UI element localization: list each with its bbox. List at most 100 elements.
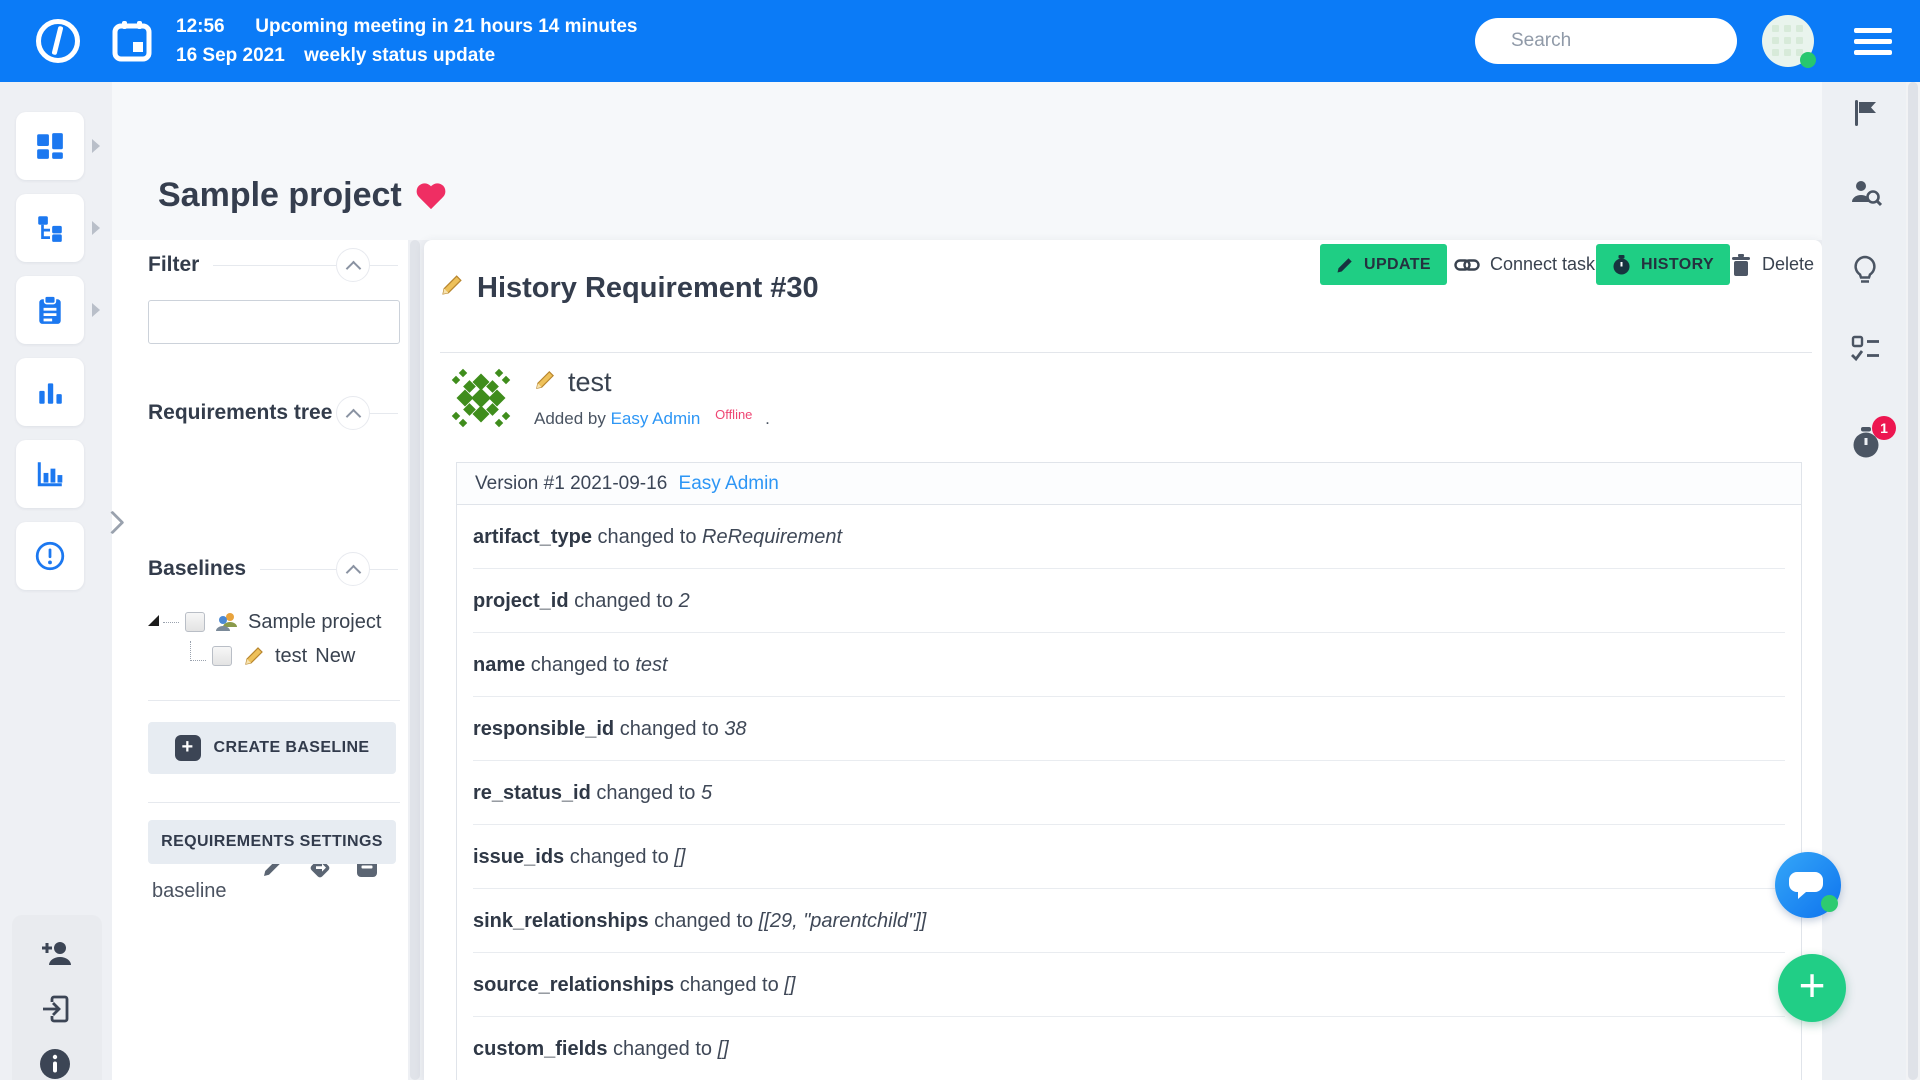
collapse-tree-button[interactable] bbox=[336, 396, 370, 430]
version-header: Version #1 2021-09-16 Easy Admin bbox=[457, 463, 1801, 505]
logo-icon[interactable] bbox=[36, 19, 80, 63]
sidebar-item-alerts[interactable] bbox=[16, 522, 84, 590]
sidebar-item-requirements[interactable] bbox=[16, 276, 84, 344]
tree-expander-icon[interactable] bbox=[148, 614, 159, 626]
tree-item-requirement[interactable]: test New bbox=[148, 639, 381, 673]
sidebar-bottom-panel bbox=[12, 915, 102, 1080]
version-changes-list: artifact_type changed to ReRequirement pr… bbox=[457, 505, 1801, 1080]
requirements-settings-button[interactable]: REQUIREMENTS SETTINGS bbox=[148, 820, 396, 864]
link-icon bbox=[1454, 256, 1480, 274]
calendar-icon[interactable] bbox=[112, 20, 152, 67]
added-by-line: Added by Easy Admin Offline . bbox=[534, 407, 770, 428]
add-user-icon[interactable] bbox=[40, 937, 74, 974]
trash-icon bbox=[1730, 253, 1752, 277]
dashboard-icon bbox=[37, 133, 63, 159]
report-chart-icon bbox=[37, 462, 63, 487]
history-change-row: source_relationships changed to [] bbox=[473, 953, 1785, 1017]
sidebar-item-charts[interactable] bbox=[16, 358, 84, 426]
sidebar-item-reports[interactable] bbox=[16, 440, 84, 508]
tree-item-label: Sample project bbox=[248, 610, 382, 633]
requirements-tree-title: Requirements tree bbox=[148, 396, 347, 430]
clock-time: 12:56 bbox=[176, 16, 225, 37]
stopwatch-icon bbox=[1612, 254, 1631, 275]
author-link[interactable]: Easy Admin bbox=[611, 409, 701, 428]
requirements-tree-section-header: Requirements tree bbox=[148, 396, 398, 430]
chat-fab[interactable] bbox=[1775, 852, 1841, 918]
timer-badge: 1 bbox=[1872, 416, 1896, 440]
chevron-right-icon[interactable] bbox=[92, 221, 100, 235]
chevron-right-icon[interactable] bbox=[92, 139, 100, 153]
pencil-icon bbox=[1336, 256, 1354, 274]
topbar-meeting-info[interactable]: 12:56 Upcoming meeting in 21 hours 14 mi… bbox=[176, 12, 637, 70]
create-baseline-button[interactable]: + CREATE BASELINE bbox=[148, 722, 396, 774]
user-search-icon[interactable] bbox=[1850, 178, 1883, 213]
history-change-row: re_status_id changed to 5 bbox=[473, 761, 1785, 825]
flag-icon[interactable] bbox=[1850, 98, 1880, 133]
baselines-title: Baselines bbox=[148, 552, 261, 586]
meeting-countdown: Upcoming meeting in 21 hours 14 minutes bbox=[255, 16, 638, 37]
tree-checkbox[interactable] bbox=[185, 612, 205, 632]
topbar: 12:56 Upcoming meeting in 21 hours 14 mi… bbox=[0, 0, 1920, 82]
baselines-section-header: Baselines bbox=[148, 552, 398, 586]
page-scrollbar[interactable] bbox=[1906, 82, 1920, 1080]
history-change-row: issue_ids changed to [] bbox=[473, 825, 1785, 889]
version-history-panel: Version #1 2021-09-16 Easy Admin artifac… bbox=[456, 462, 1802, 1080]
create-new-fab[interactable]: + bbox=[1778, 954, 1846, 1022]
heart-icon bbox=[416, 184, 446, 211]
history-change-row: project_id changed to 2 bbox=[473, 569, 1785, 633]
info-icon[interactable] bbox=[38, 1047, 72, 1080]
lightbulb-icon[interactable] bbox=[1850, 254, 1880, 291]
pencil-icon bbox=[242, 644, 266, 668]
expand-panel-chevron[interactable] bbox=[100, 510, 126, 540]
collapse-baselines-button[interactable] bbox=[336, 552, 370, 586]
panel-scrollbar[interactable] bbox=[408, 240, 424, 1080]
history-change-row: responsible_id changed to 38 bbox=[473, 697, 1785, 761]
filter-title: Filter bbox=[148, 248, 214, 282]
project-header-band: Sample project Project overviewWBSGanttS… bbox=[0, 82, 1920, 288]
tree-item-project[interactable]: Sample project bbox=[148, 605, 381, 639]
group-icon bbox=[215, 611, 239, 633]
tree-item-label: test bbox=[275, 644, 308, 667]
filter-input[interactable] bbox=[148, 300, 400, 344]
right-sidebar: 1 bbox=[1822, 82, 1906, 1080]
history-change-row: name changed to test bbox=[473, 633, 1785, 697]
history-button[interactable]: HISTORY bbox=[1596, 244, 1731, 285]
clipboard-icon bbox=[39, 295, 61, 324]
version-author-link[interactable]: Easy Admin bbox=[679, 473, 779, 494]
left-sidebar bbox=[0, 82, 112, 1080]
identicon-avatar bbox=[450, 367, 512, 429]
chevron-right-icon[interactable] bbox=[92, 303, 100, 317]
sidebar-item-dashboard[interactable] bbox=[16, 112, 84, 180]
update-button[interactable]: UPDATE bbox=[1320, 244, 1447, 285]
current-date: 16 Sep 2021 bbox=[176, 45, 285, 66]
chat-online-dot bbox=[1821, 895, 1838, 912]
pencil-icon bbox=[534, 367, 557, 398]
meeting-title: weekly status update bbox=[304, 45, 496, 66]
tree-checkbox[interactable] bbox=[212, 646, 232, 666]
requirements-side-panel: Filter Requirements tree Sample project … bbox=[112, 240, 408, 1080]
main-content: UPDATE Connect task HISTORY Delete Histo… bbox=[424, 240, 1822, 1080]
delete-button[interactable]: Delete bbox=[1730, 244, 1814, 285]
plus-icon: + bbox=[1798, 959, 1826, 1011]
requirements-tree: Sample project test New bbox=[148, 605, 381, 673]
history-change-row: sink_relationships changed to [[29, "par… bbox=[473, 889, 1785, 953]
collapse-filter-button[interactable] bbox=[336, 248, 370, 282]
checklist-icon[interactable] bbox=[1850, 334, 1882, 369]
pencil-icon bbox=[440, 272, 465, 305]
history-change-row: artifact_type changed to ReRequirement bbox=[473, 505, 1785, 569]
search-input[interactable] bbox=[1475, 18, 1737, 64]
hamburger-menu-icon[interactable] bbox=[1854, 28, 1892, 56]
online-status-dot bbox=[1800, 52, 1816, 68]
bar-chart-icon bbox=[39, 383, 62, 404]
connect-task-button[interactable]: Connect task bbox=[1454, 244, 1595, 285]
easy-project-app: 12:56 Upcoming meeting in 21 hours 14 mi… bbox=[0, 0, 1920, 1080]
filter-section-header: Filter bbox=[148, 248, 398, 282]
tree-item-status: New bbox=[315, 644, 356, 667]
page-heading: History Requirement #30 bbox=[440, 272, 819, 305]
exit-icon[interactable] bbox=[40, 993, 72, 1030]
alert-icon bbox=[35, 541, 65, 571]
requirement-subject: test bbox=[534, 367, 612, 398]
status-badge: Offline bbox=[715, 407, 753, 422]
requirement-summary: test Added by Easy Admin Offline . bbox=[440, 352, 1812, 460]
sidebar-item-wbs-tree[interactable] bbox=[16, 194, 84, 262]
